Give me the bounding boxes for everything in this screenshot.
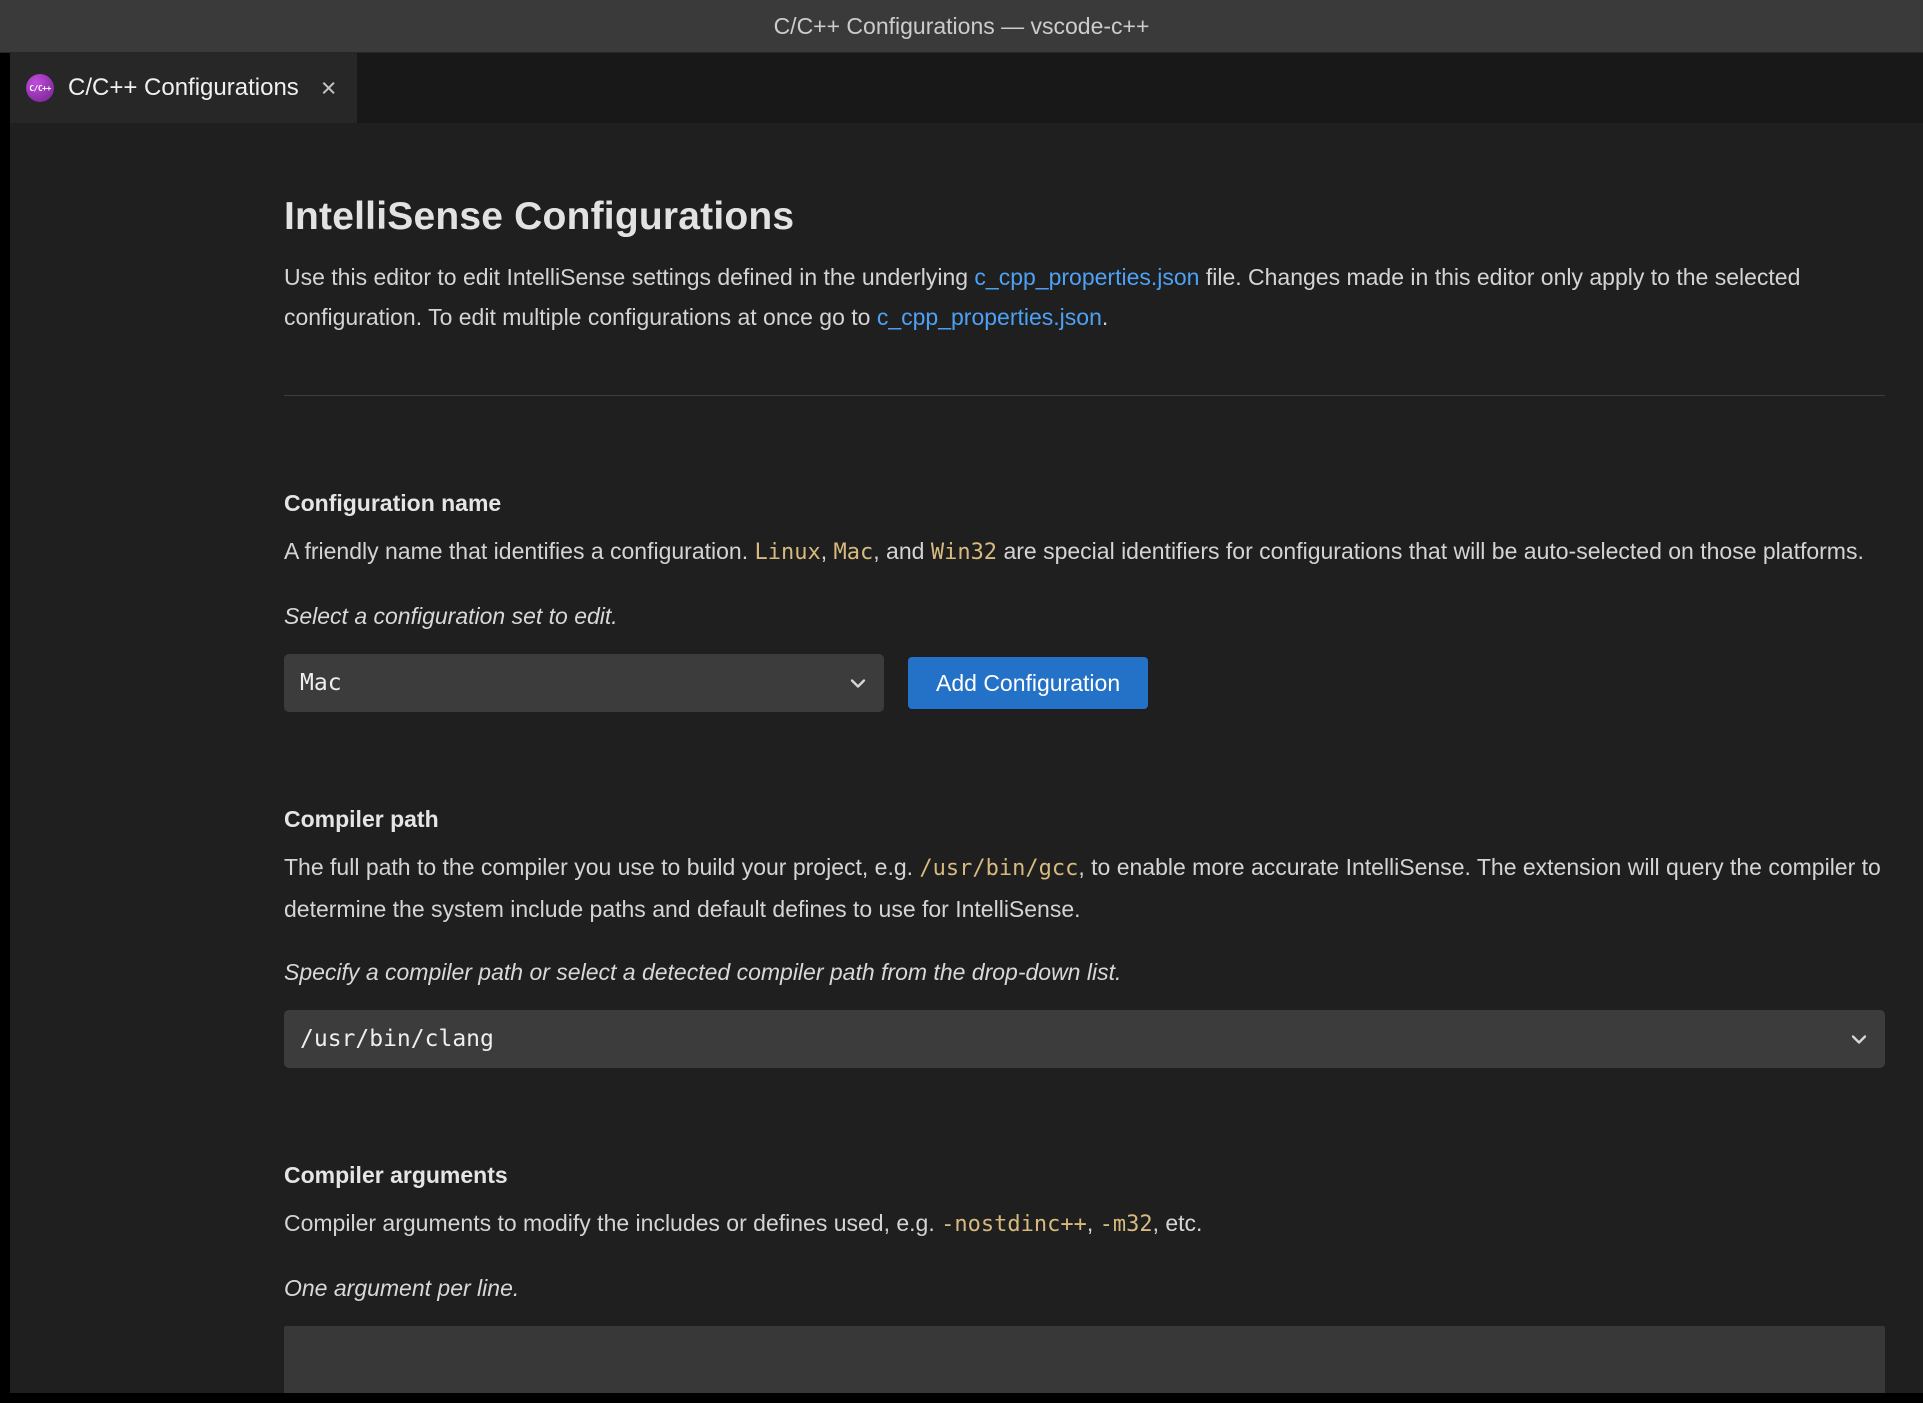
intro-text: Use this editor to edit IntelliSense set…: [284, 257, 1885, 337]
tab-bar: C/C++ C/C++ Configurations ×: [10, 53, 1923, 123]
code-win32: Win32: [931, 540, 997, 565]
cpp-extension-icon: C/C++: [26, 74, 54, 102]
section-configuration-name: Configuration name A friendly name that …: [284, 490, 1885, 712]
description-part: The full path to the compiler you use to…: [284, 854, 919, 880]
compiler-arguments-input[interactable]: [284, 1326, 1885, 1393]
tab-close-icon[interactable]: ×: [321, 75, 337, 102]
code-mac: Mac: [834, 540, 874, 565]
tab-cpp-configurations[interactable]: C/C++ C/C++ Configurations ×: [10, 53, 357, 123]
code-linux: Linux: [755, 540, 821, 565]
code-nostdinc: -nostdinc++: [941, 1212, 1087, 1237]
configuration-select-value: Mac: [300, 670, 342, 696]
compiler-path-hint: Specify a compiler path or select a dete…: [284, 959, 1885, 986]
code-m32: -m32: [1100, 1212, 1153, 1237]
description-part: ,: [821, 538, 834, 564]
configuration-name-description: A friendly name that identifies a config…: [284, 531, 1885, 573]
compiler-arguments-hint: One argument per line.: [284, 1275, 1885, 1302]
compiler-arguments-field-wrap: [284, 1326, 1885, 1393]
section-compiler-path: Compiler path The full path to the compi…: [284, 806, 1885, 1068]
section-compiler-arguments: Compiler arguments Compiler arguments to…: [284, 1162, 1885, 1393]
compiler-arguments-title: Compiler arguments: [284, 1162, 1885, 1189]
chevron-down-icon: [1847, 1027, 1871, 1051]
window-title: C/C++ Configurations — vscode-c++: [774, 13, 1150, 40]
cpp-extension-icon-label: C/C++: [29, 84, 51, 93]
configuration-name-title: Configuration name: [284, 490, 1885, 517]
settings-content: IntelliSense Configurations Use this edi…: [284, 123, 1885, 1393]
compiler-path-select[interactable]: /usr/bin/clang: [284, 1010, 1885, 1068]
select-configuration-hint: Select a configuration set to edit.: [284, 603, 1885, 630]
window-titlebar: C/C++ Configurations — vscode-c++: [0, 0, 1923, 53]
description-part: A friendly name that identifies a config…: [284, 538, 755, 564]
c-cpp-properties-link[interactable]: c_cpp_properties.json: [974, 264, 1199, 290]
code-usr-bin-gcc: /usr/bin/gcc: [919, 856, 1078, 881]
description-part: , etc.: [1153, 1210, 1203, 1236]
configuration-controls: Mac Add Configuration: [284, 654, 1885, 712]
compiler-arguments-description: Compiler arguments to modify the include…: [284, 1203, 1885, 1245]
divider: [284, 395, 1885, 396]
c-cpp-properties-link[interactable]: c_cpp_properties.json: [877, 304, 1102, 330]
intro-text-part: .: [1102, 304, 1108, 330]
editor-window: C/C++ C/C++ Configurations × IntelliSens…: [10, 53, 1923, 1393]
compiler-path-select-value: /usr/bin/clang: [300, 1026, 494, 1052]
intro-text-part: Use this editor to edit IntelliSense set…: [284, 264, 974, 290]
configuration-select[interactable]: Mac: [284, 654, 884, 712]
tab-label: C/C++ Configurations: [68, 74, 299, 102]
chevron-down-icon: [846, 671, 870, 695]
description-part: are special identifiers for configuratio…: [997, 538, 1864, 564]
description-part: Compiler arguments to modify the include…: [284, 1210, 941, 1236]
description-part: , and: [873, 538, 931, 564]
compiler-path-title: Compiler path: [284, 806, 1885, 833]
add-configuration-button[interactable]: Add Configuration: [908, 657, 1148, 709]
page-title: IntelliSense Configurations: [284, 195, 1885, 239]
compiler-path-description: The full path to the compiler you use to…: [284, 847, 1885, 929]
description-part: ,: [1087, 1210, 1100, 1236]
